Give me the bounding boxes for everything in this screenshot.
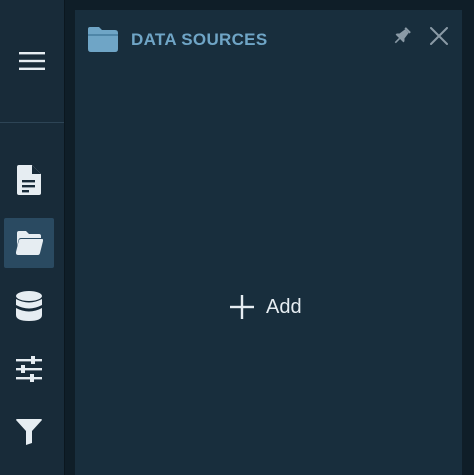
database-icon (16, 291, 42, 321)
close-button[interactable] (427, 24, 451, 48)
app-window: DATA SOURCES Add (0, 0, 474, 475)
plus-icon (230, 295, 254, 319)
sidebar-item-document[interactable] (4, 155, 54, 205)
panel-title: DATA SOURCES (131, 30, 268, 49)
sidebar-item-settings[interactable] (4, 344, 54, 394)
menu-button[interactable] (0, 0, 64, 122)
sidebar-item-database[interactable] (4, 281, 54, 331)
document-icon (17, 165, 41, 195)
sidebar-border (64, 0, 65, 475)
sidebar-item-data-sources[interactable] (4, 218, 54, 268)
folder-icon (88, 27, 118, 52)
panel-header: DATA SOURCES (75, 10, 462, 70)
right-edge (462, 0, 474, 475)
hamburger-menu-icon (19, 52, 45, 70)
pin-button[interactable] (391, 25, 413, 47)
close-icon (430, 27, 448, 45)
add-label: Add (266, 295, 302, 318)
folder-open-icon (16, 231, 43, 255)
add-data-source-button[interactable]: Add (230, 292, 302, 322)
pin-icon (394, 27, 411, 44)
sidebar (0, 0, 64, 475)
data-sources-panel: DATA SOURCES Add (75, 10, 462, 475)
sliders-icon (16, 356, 42, 382)
filter-icon (16, 419, 42, 445)
sidebar-item-filter[interactable] (4, 407, 54, 457)
sidebar-divider (0, 122, 64, 123)
